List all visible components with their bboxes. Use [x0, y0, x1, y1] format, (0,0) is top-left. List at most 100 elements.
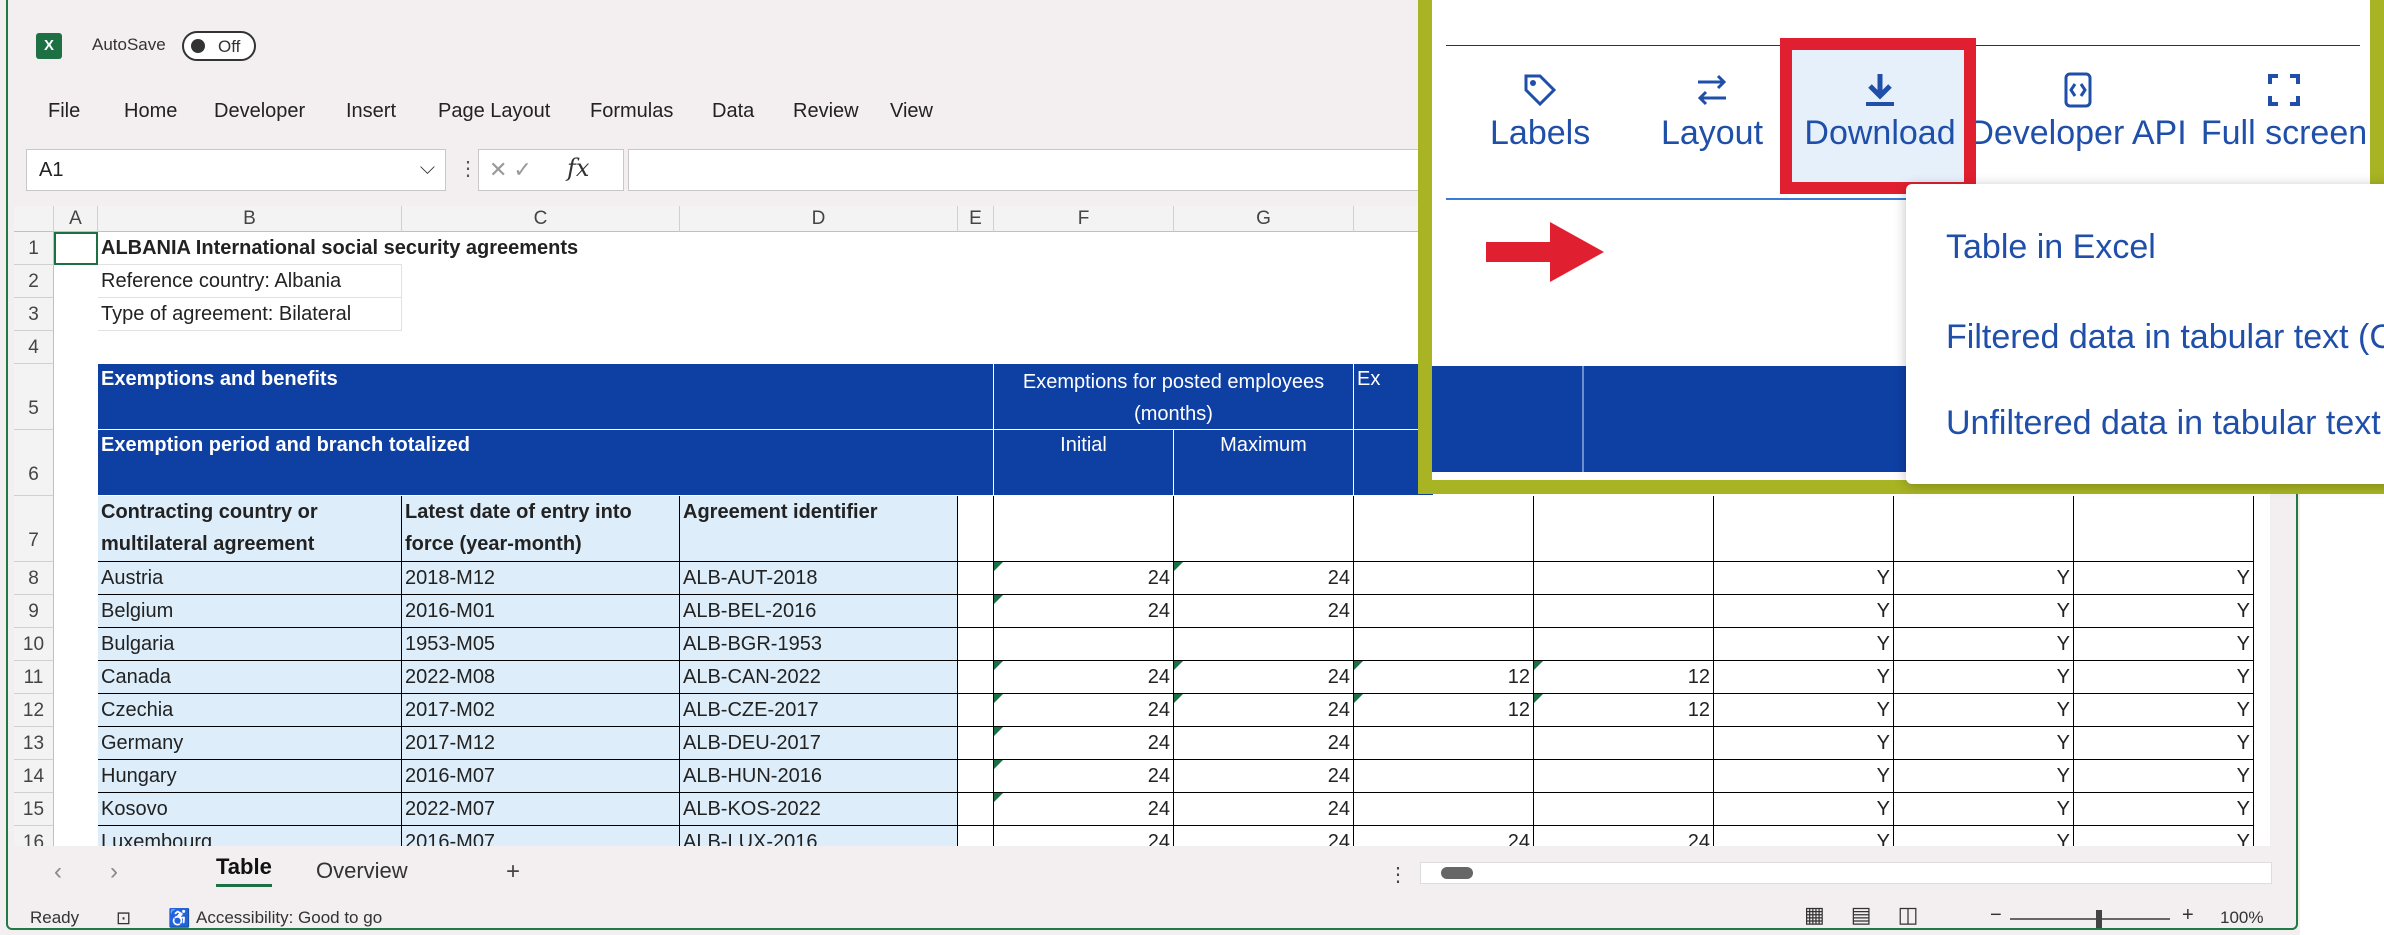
i-cell[interactable] [1534, 760, 1714, 793]
chevron-down-icon[interactable]: ⌵ [420, 157, 435, 180]
l-cell[interactable]: Y [2074, 760, 2254, 793]
sheet-title[interactable]: ALBANIA International social security ag… [98, 232, 578, 265]
menu-file[interactable]: File [48, 100, 80, 123]
date-cell[interactable]: 2022-M08 [402, 661, 680, 694]
zoom-out-icon[interactable]: − [1990, 904, 2002, 927]
maximum-cell[interactable]: 24 [1174, 727, 1354, 760]
menu-item-filtered-csv[interactable]: Filtered data in tabular text (CSV) [1946, 318, 2384, 357]
prev-sheet-icon[interactable]: ‹ [54, 858, 62, 886]
maximum-cell[interactable]: 24 [1174, 694, 1354, 727]
row-header[interactable]: 1 [14, 232, 54, 265]
initial-cell[interactable]: 24 [994, 760, 1174, 793]
h-cell[interactable]: 12 [1354, 694, 1534, 727]
date-cell[interactable]: 2016-M01 [402, 595, 680, 628]
agreement-id-cell[interactable]: ALB-CZE-2017 [680, 694, 958, 727]
cell-l7[interactable] [2074, 496, 2254, 562]
j-cell[interactable]: Y [1714, 661, 1894, 694]
menu-page-layout[interactable]: Page Layout [438, 100, 550, 123]
l-cell[interactable]: Y [2074, 793, 2254, 826]
initial-cell[interactable]: 24 [994, 793, 1174, 826]
agreement-id-cell[interactable]: ALB-HUN-2016 [680, 760, 958, 793]
l-cell[interactable]: Y [2074, 628, 2254, 661]
h-cell[interactable] [1354, 760, 1534, 793]
col-header-f[interactable]: F [994, 206, 1174, 232]
cell-j7[interactable] [1714, 496, 1894, 562]
country-cell[interactable]: Belgium [98, 595, 402, 628]
maximum-cell[interactable]: 24 [1174, 562, 1354, 595]
initial-cell[interactable]: 24 [994, 562, 1174, 595]
cell-k7[interactable] [1894, 496, 2074, 562]
country-cell[interactable]: Germany [98, 727, 402, 760]
cell-h7[interactable] [1354, 496, 1534, 562]
menu-view[interactable]: View [890, 100, 933, 123]
date-cell[interactable]: 2016-M07 [402, 760, 680, 793]
row-header[interactable]: 10 [14, 628, 54, 661]
zoom-level[interactable]: 100% [2220, 908, 2263, 928]
maximum-cell[interactable]: 24 [1174, 826, 1354, 846]
j-cell[interactable]: Y [1714, 562, 1894, 595]
h-cell[interactable] [1354, 595, 1534, 628]
initial-cell[interactable]: 24 [994, 595, 1174, 628]
agreement-id-cell[interactable]: ALB-DEU-2017 [680, 727, 958, 760]
row-header[interactable]: 6 [14, 430, 54, 496]
maximum-cell[interactable]: 24 [1174, 760, 1354, 793]
initial-cell[interactable]: 24 [994, 694, 1174, 727]
date-cell[interactable]: 2016-M07 [402, 826, 680, 846]
agreement-id-cell[interactable]: ALB-KOS-2022 [680, 793, 958, 826]
row-header[interactable]: 15 [14, 793, 54, 826]
labels-button[interactable]: Labels [1490, 70, 1590, 153]
maximum-cell[interactable]: 24 [1174, 661, 1354, 694]
k-cell[interactable]: Y [1894, 661, 2074, 694]
k-cell[interactable]: Y [1894, 694, 2074, 727]
i-cell[interactable]: 12 [1534, 661, 1714, 694]
view-mode-icons[interactable]: ▦▤◫ [1804, 902, 1944, 928]
reference-country[interactable]: Reference country: Albania [98, 265, 402, 298]
cell-e[interactable] [958, 826, 994, 846]
date-cell[interactable]: 1953-M05 [402, 628, 680, 661]
cell-e[interactable] [958, 562, 994, 595]
menu-data[interactable]: Data [712, 100, 754, 123]
row-header[interactable]: 11 [14, 661, 54, 694]
autosave-toggle[interactable]: Off [182, 31, 256, 61]
cell-e[interactable] [958, 727, 994, 760]
cell-a1[interactable] [54, 232, 98, 265]
row-header[interactable]: 2 [14, 265, 54, 298]
tab-table[interactable]: Table [216, 854, 272, 887]
header-exemptions-benefits[interactable]: Exemptions and benefits [98, 364, 994, 430]
j-cell[interactable]: Y [1714, 793, 1894, 826]
l-cell[interactable]: Y [2074, 595, 2254, 628]
more-options-icon[interactable]: ⋮ [458, 156, 478, 181]
menu-item-unfiltered-csv[interactable]: Unfiltered data in tabular text (CSV) [1946, 404, 2384, 443]
tab-overview[interactable]: Overview [316, 858, 408, 884]
row-header[interactable]: 3 [14, 298, 54, 331]
menu-home[interactable]: Home [124, 100, 177, 123]
date-cell[interactable]: 2018-M12 [402, 562, 680, 595]
country-cell[interactable]: Canada [98, 661, 402, 694]
header-posted-employees[interactable]: Exemptions for posted employees (months) [994, 364, 1354, 430]
cell-e7[interactable] [958, 496, 994, 562]
row-header[interactable]: 4 [14, 331, 54, 364]
menu-developer[interactable]: Developer [214, 100, 305, 123]
horizontal-scroll-thumb[interactable] [1441, 867, 1473, 879]
k-cell[interactable]: Y [1894, 760, 2074, 793]
menu-formulas[interactable]: Formulas [590, 100, 673, 123]
layout-button[interactable]: Layout [1652, 70, 1772, 153]
cell-e[interactable] [958, 793, 994, 826]
maximum-cell[interactable]: 24 [1174, 793, 1354, 826]
cell-i7[interactable] [1534, 496, 1714, 562]
country-cell[interactable]: Kosovo [98, 793, 402, 826]
l-cell[interactable]: Y [2074, 826, 2254, 846]
row-header[interactable]: 14 [14, 760, 54, 793]
j-cell[interactable]: Y [1714, 727, 1894, 760]
row-header[interactable]: 8 [14, 562, 54, 595]
accessibility-icon[interactable]: ♿ [168, 908, 190, 929]
agreement-type[interactable]: Type of agreement: Bilateral [98, 298, 402, 331]
macro-icon[interactable]: ⊡ [116, 908, 131, 929]
cell-e[interactable] [958, 694, 994, 727]
i-cell[interactable] [1534, 628, 1714, 661]
agreement-id-cell[interactable]: ALB-CAN-2022 [680, 661, 958, 694]
date-cell[interactable]: 2017-M02 [402, 694, 680, 727]
col-header-g[interactable]: G [1174, 206, 1354, 232]
country-cell[interactable]: Hungary [98, 760, 402, 793]
j-cell[interactable]: Y [1714, 760, 1894, 793]
